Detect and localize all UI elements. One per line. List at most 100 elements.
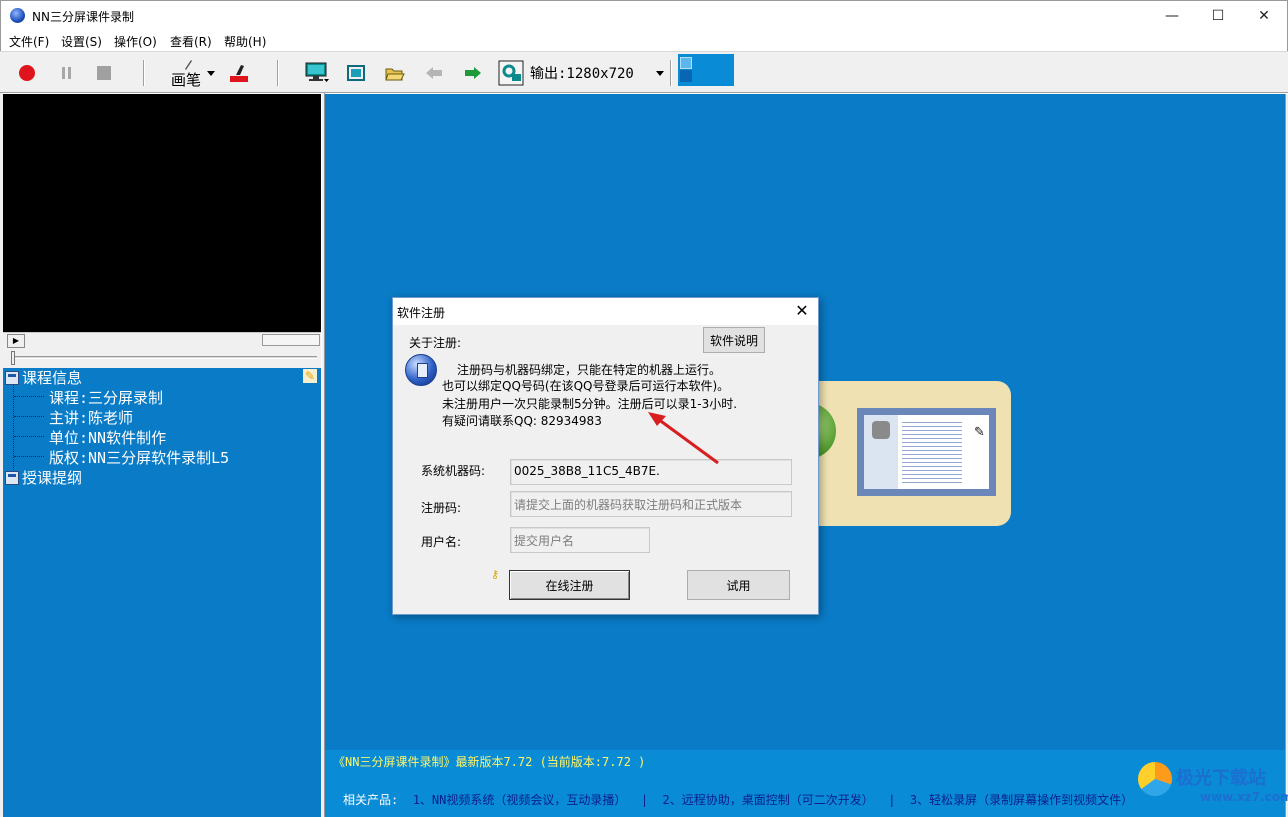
pen-label: 画笔: [171, 71, 202, 89]
menu-help[interactable]: 帮助(H): [224, 33, 266, 50]
record-button[interactable]: [15, 52, 39, 94]
related-label: 相关产品:: [343, 793, 399, 807]
output-label: 输出:1280x720: [530, 66, 634, 82]
maximize-button[interactable]: ☐: [1195, 1, 1241, 31]
tree-label: 课程信息: [22, 369, 83, 387]
presenter-image: [872, 421, 890, 439]
dialog-message-1: 注册码与机器码绑定，只能在特定的机器上运行。: [457, 363, 722, 377]
tree-label: 授课提纲: [22, 469, 83, 487]
trial-button[interactable]: 试用: [687, 570, 790, 600]
pause-icon: [61, 67, 71, 79]
menu-view[interactable]: 查看(R): [170, 33, 212, 50]
time-box: [262, 334, 320, 346]
layout-preview-button[interactable]: [678, 54, 734, 86]
dialog-title-bar: 软件注册 ✕: [393, 298, 818, 325]
forward-arrow-icon: [465, 67, 481, 79]
toolbar-separator: [143, 60, 145, 86]
thumbnail-sidebar: [864, 415, 898, 489]
slider-track: [11, 356, 317, 359]
pen-button[interactable]: 画笔: [164, 52, 220, 94]
dialog-message-4: 有疑问请联系QQ: 82934983: [442, 414, 602, 428]
close-button[interactable]: ✕: [1241, 1, 1287, 31]
watermark-title: 极光下载站: [1176, 768, 1266, 789]
record-icon: [19, 65, 35, 81]
pencil-icon: ✎: [974, 425, 985, 440]
monitor-icon: [305, 62, 329, 82]
link-video-system[interactable]: 1、NN视频系统（视频会议，互动录播）: [413, 793, 627, 807]
menu-bar: 文件(F) 设置(S) 操作(O) 查看(R) 帮助(H): [0, 30, 1288, 51]
output-settings-button[interactable]: [497, 52, 525, 94]
link-remote-assist[interactable]: 2、远程协助，桌面控制（可二次开发）: [663, 793, 874, 807]
fullscreen-button[interactable]: [344, 52, 368, 94]
watermark-logo-icon: [1138, 762, 1172, 796]
version-info: 《NN三分屏课件录制》最新版本7.72 (当前版本:7.72 ): [333, 755, 646, 769]
horizontal-scrollbar[interactable]: ▶: [3, 332, 321, 348]
tree-item-copyright[interactable]: 版权:NN三分屏软件录制L5: [49, 447, 229, 468]
pen-dropdown-icon[interactable]: [207, 70, 215, 76]
online-register-button[interactable]: 在线注册: [509, 570, 630, 600]
chevron-down-icon: [656, 70, 664, 76]
back-arrow-icon: [426, 67, 442, 79]
annotation-arrow-icon: [648, 412, 719, 465]
related-products: 相关产品: 1、NN视频系统（视频会议，互动录播） | 2、远程协助，桌面控制（…: [343, 791, 1133, 808]
monitor-button[interactable]: [303, 52, 331, 94]
slider-knob[interactable]: [11, 351, 15, 365]
book-icon: [5, 471, 19, 485]
tree-root-outline[interactable]: 授课提纲: [5, 467, 82, 488]
dialog-message-2: 也可以绑定QQ号码(在该QQ号登录后可运行本软件)。: [442, 379, 730, 393]
watermark-url: www.xz7.com: [1200, 790, 1288, 804]
eraser-icon: [230, 65, 248, 82]
menu-operate[interactable]: 操作(O): [114, 33, 157, 50]
open-button[interactable]: [383, 52, 407, 94]
machine-code-label: 系统机器码:: [421, 464, 486, 478]
stop-button[interactable]: [92, 52, 116, 94]
edit-pencil-icon[interactable]: ✎: [303, 369, 317, 383]
reg-code-label: 注册码:: [421, 501, 462, 515]
output-dropdown[interactable]: [652, 52, 668, 94]
settings-icon: [498, 60, 524, 86]
about-label: 关于注册:: [409, 336, 462, 350]
tree-line: [13, 384, 14, 476]
dialog-close-button[interactable]: ✕: [791, 301, 813, 320]
username-field[interactable]: 提交用户名: [510, 527, 650, 553]
tree-item-unit[interactable]: 单位:NN软件制作: [49, 427, 166, 448]
layout-preview-cell: [680, 70, 692, 82]
fullscreen-icon: [347, 65, 365, 81]
toolbar-separator: [670, 60, 672, 86]
dialog-title: 软件注册: [397, 306, 446, 320]
course-tree: 课程信息 课程:三分屏录制 主讲:陈老师 单位:NN软件制作 版权:NN三分屏软…: [3, 368, 321, 817]
minimize-button[interactable]: —: [1149, 1, 1195, 31]
video-preview: [3, 94, 321, 332]
tree-root-course-info[interactable]: 课程信息: [5, 367, 82, 388]
title-bar: NN三分屏课件录制 — ☐ ✕: [0, 0, 1288, 30]
tree-line: [14, 396, 44, 397]
reg-code-field[interactable]: 请提交上面的机器码获取注册码和正式版本: [510, 491, 792, 517]
menu-file[interactable]: 文件(F): [9, 33, 49, 50]
screen-thumbnail: ✎: [857, 408, 996, 496]
pause-button[interactable]: [54, 52, 78, 94]
app-icon: [10, 8, 25, 23]
open-folder-icon: [385, 68, 405, 81]
tree-line: [14, 436, 44, 437]
window-title: NN三分屏课件录制: [32, 10, 134, 24]
play-arrow-icon[interactable]: ▶: [7, 334, 25, 348]
layout-preview-icon: [680, 57, 692, 69]
output-resolution[interactable]: 输出:1280x720: [530, 52, 640, 94]
register-info-icon: [405, 354, 437, 386]
thumbnail-text: [902, 419, 962, 485]
tree-line: [14, 456, 44, 457]
software-help-button[interactable]: 软件说明: [703, 327, 765, 353]
menu-settings[interactable]: 设置(S): [61, 33, 102, 50]
link-separator: |: [640, 793, 649, 807]
tree-item-lecturer[interactable]: 主讲:陈老师: [49, 407, 133, 428]
register-dialog: 软件注册 ✕ 关于注册: 软件说明 注册码与机器码绑定，只能在特定的机器上运行。…: [392, 297, 819, 615]
back-button[interactable]: [422, 52, 446, 94]
eraser-button[interactable]: [226, 52, 252, 94]
link-screen-record[interactable]: 3、轻松录屏（录制屏幕操作到视频文件）: [910, 793, 1133, 807]
username-label: 用户名:: [421, 535, 462, 549]
forward-button[interactable]: [461, 52, 485, 94]
layout-card: ✎: [800, 381, 1011, 526]
tree-item-course[interactable]: 课程:三分屏录制: [49, 387, 163, 408]
progress-slider[interactable]: [3, 348, 321, 368]
toolbar: 画笔 输出:1280x720: [0, 51, 1288, 93]
